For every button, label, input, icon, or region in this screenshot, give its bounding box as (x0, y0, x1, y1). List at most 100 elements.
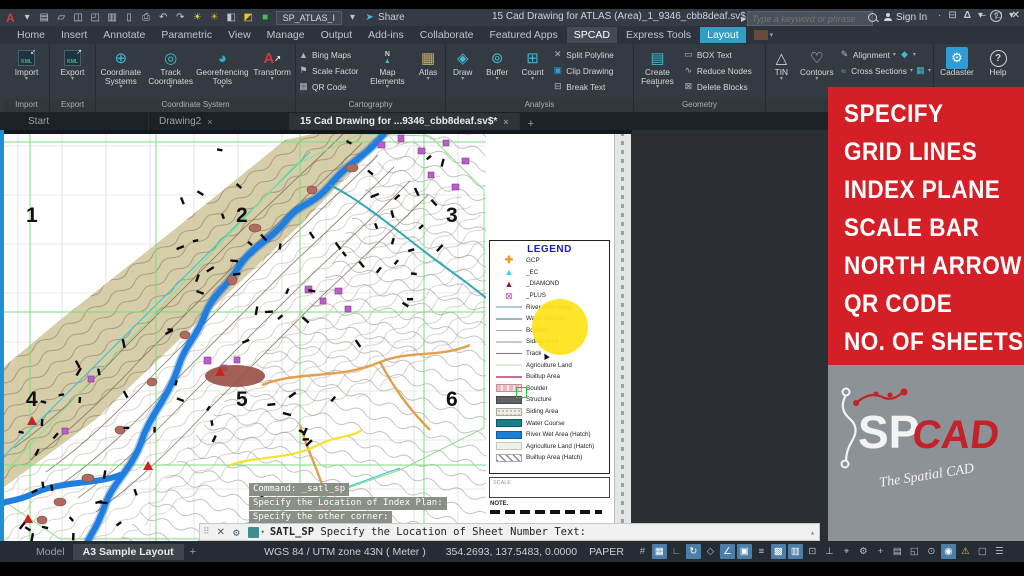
gizmo-icon[interactable]: ⚙ (856, 544, 871, 559)
bulb2-icon[interactable]: ☀ (207, 10, 222, 25)
open-folder-icon[interactable]: ▱ (54, 10, 69, 25)
undo-icon[interactable]: ↶ (156, 10, 171, 25)
share-plane-icon[interactable]: ➤ (362, 10, 377, 25)
tab-annotate[interactable]: Annotate (96, 27, 152, 43)
save-as-icon[interactable]: ◰ (88, 10, 103, 25)
tin-button[interactable]: △ TIN▾ (766, 46, 797, 99)
print-icon[interactable]: ⎙ (139, 10, 154, 25)
paper-space-toggle[interactable]: PAPER (589, 546, 624, 558)
polar-tracking-icon[interactable]: ↻ (686, 544, 701, 559)
annotation-visibility-icon[interactable]: + (873, 544, 888, 559)
command-tile-icon[interactable] (248, 527, 259, 538)
selection-cycling-icon[interactable]: ▥ (788, 544, 803, 559)
drag-grip-icon[interactable]: ⠿ (203, 527, 210, 537)
annotation-monitor-icon[interactable]: ◉ (941, 544, 956, 559)
save-icon[interactable]: ◫ (71, 10, 86, 25)
terrain-extra-icon[interactable]: ◆ (899, 49, 910, 60)
export-button[interactable]: KML↗ Export▾ (50, 46, 95, 99)
dynamic-ucs-icon[interactable]: ⊥ (822, 544, 837, 559)
delete-blocks-button[interactable]: ⊠Delete Blocks (683, 79, 763, 94)
model-tab[interactable]: Model (28, 544, 73, 560)
search-input[interactable] (747, 11, 873, 26)
new-drawing-tab-button[interactable]: + (528, 118, 534, 130)
tab-add-ins[interactable]: Add-ins (361, 27, 411, 43)
tab-insert[interactable]: Insert (54, 27, 94, 43)
workspace-caret-icon[interactable]: ▾ (345, 10, 360, 25)
plot-icon[interactable]: ▥ (105, 10, 120, 25)
sign-in-button[interactable]: Sign In (896, 12, 927, 23)
workspace-selector[interactable]: SP_ATLAS_I (276, 11, 342, 25)
new-file-icon[interactable]: ▤ (37, 10, 52, 25)
object-snap-icon[interactable]: ▣ (737, 544, 752, 559)
reduce-nodes-button[interactable]: ∿Reduce Nodes (683, 63, 763, 78)
transform-button[interactable]: A↗ Transform▾ (249, 46, 295, 99)
object-snap-tracking-icon[interactable]: ∠ (720, 544, 735, 559)
coordinate-system-label[interactable]: WGS 84 / UTM zone 43N ( Meter ) (264, 546, 426, 558)
track-coordinates-button[interactable]: ◎ Track Coordinates▾ (146, 46, 196, 99)
terrain-extra2-icon[interactable]: ▦ (916, 65, 925, 76)
coordinate-systems-button[interactable]: ⊕ Coordinate Systems▾ (96, 46, 146, 99)
count-button[interactable]: ⊞ Count▾ (515, 46, 550, 99)
map-elements-button[interactable]: N▲ Map Elements▾ (364, 46, 412, 99)
close-tab-icon[interactable]: × (503, 117, 508, 127)
bulb-icon[interactable]: ☀ (190, 10, 205, 25)
import-button[interactable]: KML↙ Import▾ (4, 46, 49, 99)
autoscale-icon[interactable]: ▤ (890, 544, 905, 559)
wrench-icon[interactable]: ⚙ (233, 526, 240, 539)
tab-home[interactable]: Home (10, 27, 52, 43)
redo-icon[interactable]: ↷ (173, 10, 188, 25)
map-drawing[interactable]: 1 2 3 4 5 6 (0, 130, 486, 541)
caret-down-icon[interactable]: ▾ (20, 10, 35, 25)
cross-sections-button[interactable]: ≈Cross Sections▾▦▾ (839, 63, 931, 78)
tab-manage[interactable]: Manage (260, 27, 312, 43)
clip-drawing-button[interactable]: ▣Clip Drawing (552, 63, 631, 78)
annotation-warning-icon[interactable]: ⚠ (958, 544, 973, 559)
tab-output[interactable]: Output (314, 27, 360, 43)
box-text-button[interactable]: ▭BOX Text (683, 47, 763, 62)
annotation-scale-icon[interactable]: ◱ (907, 544, 922, 559)
tab-layout[interactable]: Layout (700, 27, 746, 43)
command-line-bar[interactable]: ⠿ ✕ ⚙ ▾ SATL_SP Specify the Location of … (199, 523, 820, 541)
color-swatch-icon[interactable]: ■ (258, 10, 273, 25)
isometric-drafting-icon[interactable]: ◇ (703, 544, 718, 559)
grid-display-icon[interactable]: ▦ (652, 544, 667, 559)
layout-tab-a3[interactable]: A3 Sample Layout (73, 544, 184, 560)
transparency-icon[interactable]: ▩ (771, 544, 786, 559)
file-tab-active[interactable]: 15 Cad Drawing for ...9346_cbb8deaf.sv$*… (290, 113, 520, 130)
autocad-logo-icon[interactable]: A (6, 11, 15, 25)
maximize-button[interactable]: □ (996, 10, 1002, 21)
app-store-icon[interactable]: ⊟ (948, 10, 956, 22)
clean-screen-icon[interactable]: ▢ (975, 544, 990, 559)
customization-icon[interactable]: ☰ (992, 544, 1007, 559)
ribbon-options-icon[interactable] (754, 30, 768, 40)
new-layout-button[interactable]: + (184, 544, 202, 560)
minimize-button[interactable]: – (980, 10, 986, 21)
buffer-button[interactable]: ⊚ Buffer▾ (479, 46, 514, 99)
close-tab-icon[interactable]: × (207, 117, 212, 127)
draw-button[interactable]: ◈ Draw▾ (446, 46, 479, 99)
file-tab-drawing2[interactable]: Drawing2× (149, 113, 290, 130)
paper-scrollbar[interactable] (614, 130, 631, 541)
alignment-button[interactable]: ✎Alignment▾◆▾ (839, 47, 931, 62)
tab-express-tools[interactable]: Express Tools (619, 27, 698, 43)
layer-state-icon[interactable]: ◧ (224, 10, 239, 25)
create-features-button[interactable]: ▤ Create Features▾ (634, 46, 681, 99)
3d-object-snap-icon[interactable]: ⊡ (805, 544, 820, 559)
tab-featured-apps[interactable]: Featured Apps (482, 27, 564, 43)
search-icon[interactable] (868, 13, 877, 22)
apps-caret-icon[interactable]: · (938, 10, 941, 22)
ribbon-options-caret-icon[interactable]: ▾ (770, 31, 774, 39)
qr-code-button[interactable]: ▦QR Code (298, 79, 362, 94)
share-label[interactable]: Share (378, 12, 405, 23)
workspace-switching-icon[interactable]: ⊙ (924, 544, 939, 559)
scale-factor-button[interactable]: ⚑Scale Factor (298, 63, 362, 78)
unlock-icon[interactable]: ◩ (241, 10, 256, 25)
close-button[interactable]: ✕ (1012, 10, 1020, 21)
tab-view[interactable]: View (221, 27, 258, 43)
break-text-button[interactable]: ⊟Break Text (552, 79, 631, 94)
file-tab-start[interactable]: Start (18, 113, 149, 130)
atlas-button[interactable]: ▦ Atlas▾ (411, 46, 445, 99)
layout-side-panel[interactable]: KEY PLAN LEGEND ✚GCP ▲_EC ▲_DIAMOND ⊠_PL… (486, 130, 614, 541)
tab-parametric[interactable]: Parametric (154, 27, 219, 43)
tab-spcad[interactable]: SPCAD (567, 27, 617, 43)
